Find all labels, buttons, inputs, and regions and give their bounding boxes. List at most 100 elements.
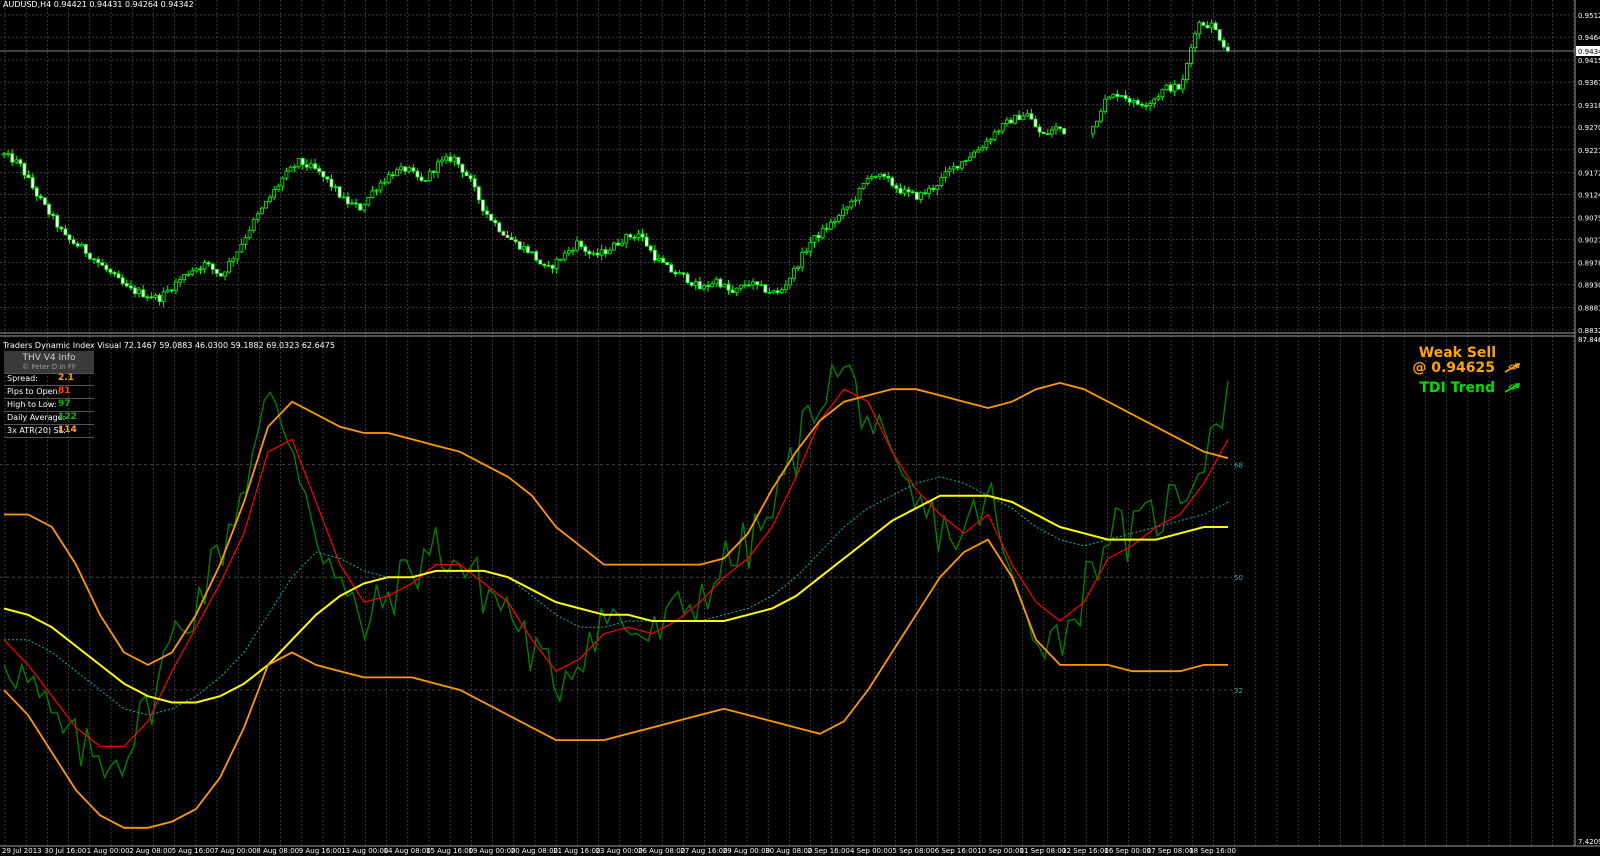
- candle-up: [235, 251, 240, 260]
- candle-up: [1095, 120, 1099, 128]
- candle-up: [399, 166, 403, 171]
- candle-down: [63, 228, 68, 236]
- candle-up: [1090, 126, 1095, 135]
- trading-chart[interactable]: 0.95120 0.94640 0.94150 0.93670 0.93180 0.927…: [0, 0, 1600, 856]
- candle-down: [431, 170, 436, 173]
- candle-down: [546, 265, 551, 267]
- candle-down: [358, 203, 363, 211]
- candle-down: [34, 187, 39, 197]
- candle-down: [640, 233, 645, 238]
- candle-up: [292, 166, 297, 168]
- time-label: 30 Jul 16:00: [44, 847, 86, 855]
- candle-down: [141, 289, 146, 298]
- candle-up: [259, 207, 264, 215]
- candle-up: [165, 289, 170, 293]
- candle-down: [632, 236, 637, 239]
- candle-down: [133, 287, 137, 295]
- price-label: 0.88320: [1578, 327, 1600, 335]
- candle-up: [1209, 22, 1214, 29]
- candle-down: [505, 234, 510, 238]
- candle-down: [1226, 46, 1230, 52]
- price-label: 0.91720: [1578, 169, 1600, 177]
- candle-down: [313, 163, 317, 170]
- candle-up: [571, 249, 575, 252]
- candle-up: [992, 131, 997, 140]
- candle-up: [382, 181, 387, 184]
- candle-down: [526, 246, 530, 253]
- time-label: 21 Aug 16:00: [553, 847, 600, 855]
- candle-up: [939, 177, 944, 186]
- candle-up: [178, 279, 182, 283]
- candle-down: [816, 234, 821, 239]
- candle-down: [681, 272, 686, 275]
- candle-up: [599, 249, 604, 256]
- candle-down: [71, 239, 76, 244]
- info-row-value: 114: [58, 425, 77, 435]
- candle-up: [190, 270, 195, 275]
- candle-up: [792, 268, 796, 279]
- time-label: 5 Sep 08:00: [892, 847, 934, 855]
- time-label: 6 Sep 16:00: [935, 847, 977, 855]
- candle-up: [964, 160, 968, 162]
- level-label: 32: [1234, 687, 1243, 695]
- candle-up: [202, 262, 207, 270]
- info-panel-header[interactable]: THV V4 Info © Peter D in FF: [4, 351, 94, 374]
- time-label: 29 Jul 2013: [2, 847, 42, 855]
- candle-up: [1004, 119, 1009, 124]
- candle-up: [738, 284, 743, 289]
- candle-up: [959, 161, 964, 169]
- time-label: 13 Aug 00:00: [341, 847, 388, 855]
- candle-down: [898, 187, 903, 194]
- candle-up: [1103, 98, 1108, 112]
- info-row-label: High to Low:: [7, 400, 57, 409]
- info-row-value: 81: [58, 386, 71, 396]
- candle-up: [927, 187, 931, 194]
- price-label: 0.92210: [1578, 147, 1600, 155]
- candle-down: [214, 269, 219, 274]
- candle-down: [55, 215, 60, 228]
- candle-up: [243, 237, 248, 245]
- candle-up: [255, 213, 260, 220]
- price-label: 0.91240: [1578, 192, 1600, 200]
- candle-up: [440, 159, 444, 163]
- candle-down: [22, 163, 27, 176]
- candle-up: [554, 258, 559, 269]
- candle-up: [1119, 95, 1124, 97]
- candle-down: [448, 156, 453, 162]
- price-label: 0.94150: [1578, 57, 1600, 65]
- candle-down: [583, 246, 588, 252]
- time-label: 14 Aug 08:00: [384, 847, 431, 855]
- candle-down: [1041, 131, 1046, 135]
- candle-up: [779, 289, 784, 294]
- candle-up: [1021, 115, 1026, 121]
- candle-down: [1127, 98, 1132, 103]
- candle-up: [980, 147, 985, 151]
- candle-down: [47, 204, 51, 215]
- current-price-label: 0.94342: [1578, 48, 1600, 56]
- candle-down: [59, 226, 64, 230]
- candle-up: [423, 180, 428, 182]
- candle-down: [43, 197, 47, 205]
- candle-down: [96, 259, 101, 264]
- candle-up: [268, 196, 272, 202]
- candle-up: [845, 206, 850, 210]
- candle-down: [914, 191, 919, 200]
- candle-down: [345, 196, 350, 205]
- time-label: 16 Sep 00:00: [1104, 847, 1151, 855]
- time-label: 18 Sep 16:00: [1189, 847, 1236, 855]
- candle-down: [894, 185, 899, 189]
- time-label: 8 Aug 08:00: [256, 847, 299, 855]
- candle-up: [624, 234, 629, 244]
- candle-up: [1185, 63, 1189, 81]
- candle-up: [873, 175, 878, 178]
- price-label: 0.94640: [1578, 34, 1600, 42]
- candle-down: [476, 186, 481, 201]
- candle-down: [38, 195, 43, 199]
- candle-down: [1115, 93, 1120, 97]
- candle-down: [489, 213, 494, 221]
- candle-down: [219, 273, 223, 277]
- info-row-atr-sl: 3x ATR(20) SL: 114: [4, 425, 94, 438]
- candle-down: [116, 273, 121, 279]
- candle-up: [2, 153, 6, 156]
- candle-down: [390, 174, 395, 177]
